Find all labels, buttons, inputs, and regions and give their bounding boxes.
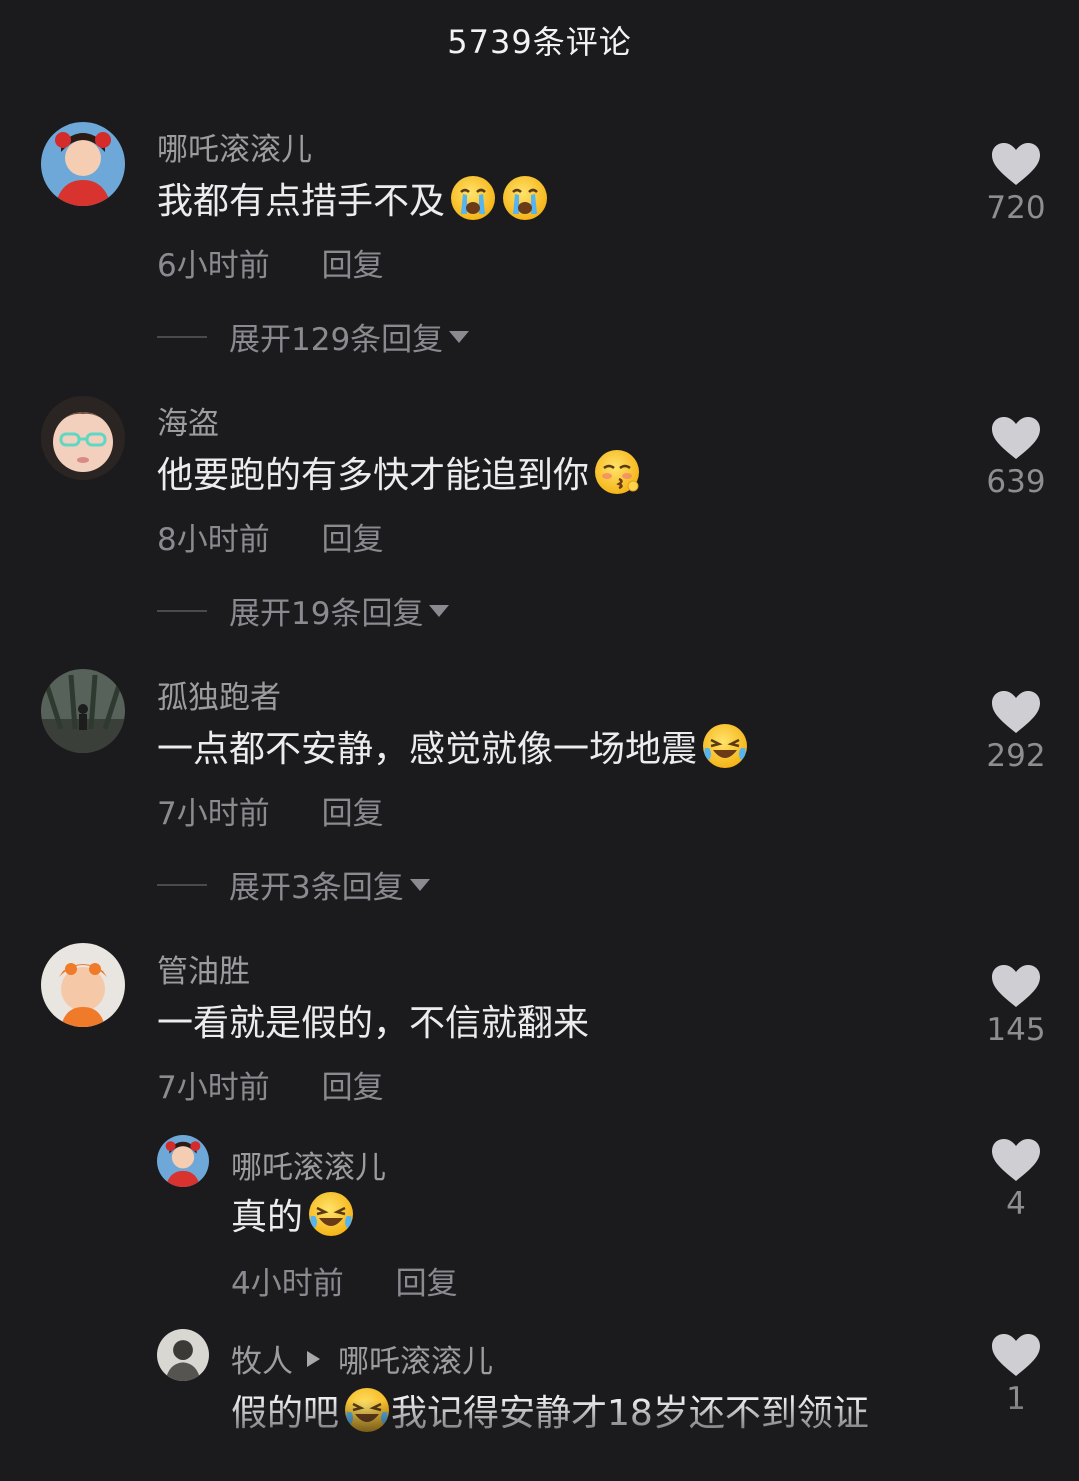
caret-down-icon (429, 604, 450, 617)
comment-text-content: 他要跑的有多快才能追到你 (157, 455, 590, 496)
avatar[interactable] (41, 669, 125, 753)
crying-face-emoji (449, 174, 497, 222)
reply-text: 真的 (231, 1188, 355, 1240)
comment-text: 一看就是假的，不信就翻来 (157, 994, 589, 1046)
heart-icon (992, 1139, 1040, 1181)
reply-to-user[interactable]: 哪吒滚滚儿 (338, 1336, 493, 1381)
comment-time: 7小时前 (157, 796, 270, 832)
comment-text-content: 我都有点措手不及 (157, 181, 446, 222)
comment-text: 我都有点措手不及 (157, 172, 549, 224)
reply-button[interactable]: 回复 (322, 248, 384, 284)
like-button[interactable]: 292 (966, 690, 1066, 774)
heart-icon (992, 417, 1040, 459)
heart-icon (992, 691, 1040, 733)
comment-meta: 7小时前 回复 (157, 788, 384, 833)
expand-replies-label: 展开3条回复 (229, 870, 404, 906)
reply-username: 牧人 哪吒滚滚儿 (231, 1336, 493, 1381)
reply-button[interactable]: 回复 (322, 1070, 384, 1106)
reply-button[interactable]: 回复 (396, 1266, 458, 1302)
expand-replies-label: 展开19条回复 (229, 596, 424, 632)
comment-time: 7小时前 (157, 1070, 270, 1106)
comments-count-title: 5739条评论 (447, 23, 632, 61)
reply-author[interactable]: 牧人 (231, 1336, 293, 1381)
comment-username[interactable]: 管油胜 (157, 946, 250, 991)
expand-replies-button[interactable]: 展开3条回复 (157, 862, 430, 907)
like-button[interactable]: 145 (966, 964, 1066, 1048)
comment-meta: 7小时前 回复 (157, 1062, 384, 1107)
comment-meta: 8小时前 回复 (157, 514, 384, 559)
avatar[interactable] (41, 122, 125, 206)
avatar[interactable] (157, 1329, 209, 1381)
reply-text-content: 真的 (231, 1197, 304, 1238)
heart-icon (992, 1334, 1040, 1376)
divider (157, 883, 207, 886)
avatar[interactable] (41, 943, 125, 1027)
divider (157, 609, 207, 612)
avatar[interactable] (41, 396, 125, 480)
like-count: 145 (986, 1012, 1046, 1048)
play-arrow-icon (307, 1350, 320, 1367)
caret-down-icon (449, 330, 470, 343)
like-count: 720 (986, 190, 1046, 226)
like-count: 292 (986, 738, 1046, 774)
heart-icon (992, 143, 1040, 185)
reply-button[interactable]: 回复 (322, 796, 384, 832)
expand-replies-button[interactable]: 展开129条回复 (157, 314, 470, 359)
reply-meta: 4小时前 回复 (231, 1258, 458, 1303)
divider (157, 335, 207, 338)
bottom-fade-overlay (0, 1400, 1079, 1481)
comment-text-content: 一点都不安静，感觉就像一场地震 (157, 729, 698, 770)
like-count: 639 (986, 464, 1046, 500)
reply-button[interactable]: 回复 (322, 522, 384, 558)
comment-username[interactable]: 海盗 (157, 398, 219, 443)
like-button[interactable]: 639 (966, 416, 1066, 500)
kissing-face-emoji (593, 448, 641, 496)
reply-username[interactable]: 哪吒滚滚儿 (231, 1142, 386, 1187)
caret-down-icon (409, 878, 430, 891)
comment-meta: 6小时前 回复 (157, 240, 384, 285)
comment-time: 6小时前 (157, 248, 270, 284)
comment-text-content: 一看就是假的，不信就翻来 (157, 1003, 590, 1044)
comment-time: 8小时前 (157, 522, 270, 558)
crying-face-emoji (501, 174, 549, 222)
laughing-tears-emoji (701, 722, 749, 770)
like-button[interactable]: 720 (966, 142, 1066, 226)
like-button[interactable]: 4 (966, 1138, 1066, 1222)
laughing-tears-emoji (307, 1190, 355, 1238)
heart-icon (992, 965, 1040, 1007)
comment-username[interactable]: 哪吒滚滚儿 (157, 124, 312, 169)
expand-replies-label: 展开129条回复 (229, 322, 444, 358)
comment-username[interactable]: 孤独跑者 (157, 672, 281, 717)
avatar[interactable] (157, 1135, 209, 1187)
comment-text: 一点都不安静，感觉就像一场地震 (157, 720, 749, 772)
reply-time: 4小时前 (231, 1266, 344, 1302)
expand-replies-button[interactable]: 展开19条回复 (157, 588, 450, 633)
like-count: 4 (1006, 1186, 1026, 1222)
comment-text: 他要跑的有多快才能追到你 (157, 446, 641, 498)
